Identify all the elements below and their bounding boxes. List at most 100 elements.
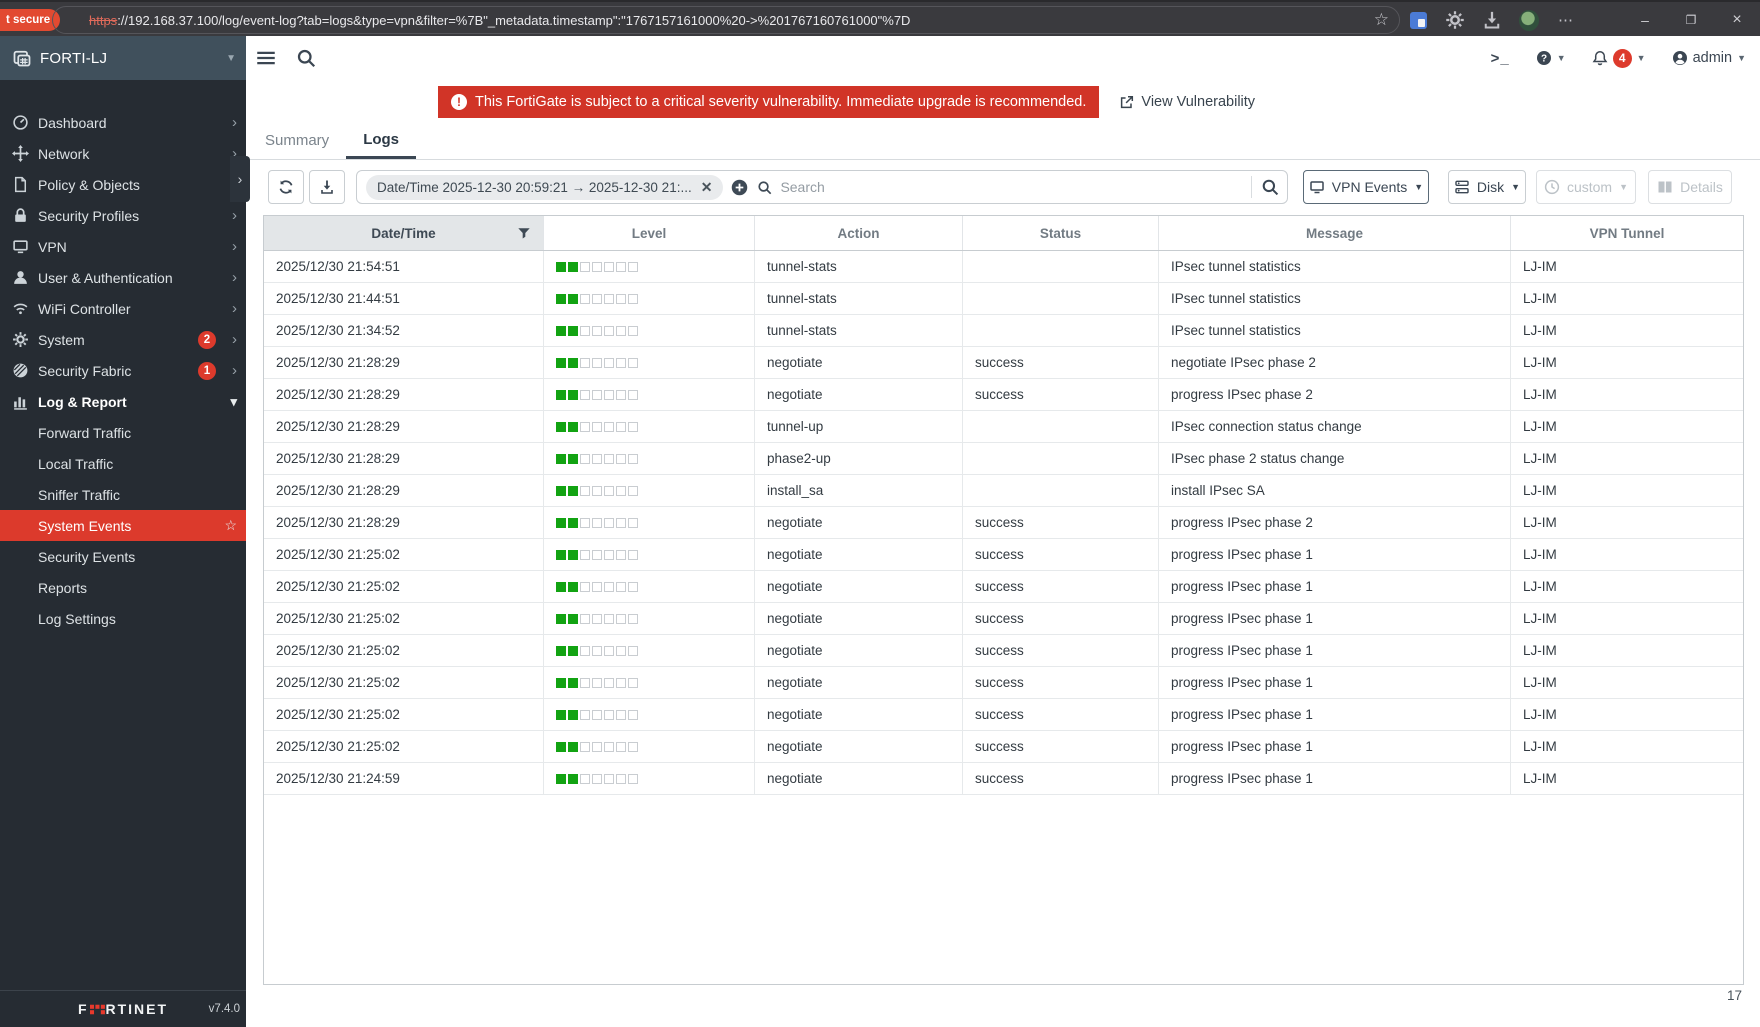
sidebar-item-sniffer-traffic[interactable]: Sniffer Traffic — [0, 479, 246, 510]
log-table-row[interactable]: 2025/12/30 21:25:02negotiatesuccessprogr… — [264, 699, 1743, 731]
datetime-filter-pill[interactable]: Date/Time 2025-12-30 20:59:21 → 2025-12-… — [366, 175, 723, 200]
notifications-menu[interactable]: 4▼ — [1592, 49, 1646, 68]
sidebar-item-security-fabric[interactable]: Security Fabric1› — [0, 355, 246, 386]
cell-datetime: 2025/12/30 21:54:51 — [264, 251, 544, 282]
log-table-row[interactable]: 2025/12/30 21:25:02negotiatesuccessprogr… — [264, 635, 1743, 667]
run-search-icon[interactable] — [1261, 178, 1279, 196]
fortigate-device-icon — [12, 48, 32, 68]
cell-action: phase2-up — [755, 443, 963, 474]
filter-funnel-icon[interactable] — [517, 226, 531, 240]
sidebar-item-vpn[interactable]: VPN› — [0, 231, 246, 262]
view-vulnerability-link[interactable]: View Vulnerability — [1119, 94, 1255, 110]
sidebar-collapse-handle[interactable]: › — [230, 156, 250, 202]
log-table-row[interactable]: 2025/12/30 21:34:52tunnel-statsIPsec tun… — [264, 315, 1743, 347]
username-label: admin — [1693, 50, 1733, 66]
log-table-row[interactable]: 2025/12/30 21:28:29phase2-upIPsec phase … — [264, 443, 1743, 475]
chevron-down-icon: ▼ — [1737, 53, 1746, 63]
window-maximize-button[interactable]: ❐ — [1668, 2, 1714, 38]
cell-vpn-tunnel: LJ-IM — [1511, 443, 1743, 474]
column-header-message[interactable]: Message — [1159, 216, 1511, 250]
sidebar-item-wifi-controller[interactable]: WiFi Controller› — [0, 293, 246, 324]
sidebar-item-log-report[interactable]: Log & Report▾ — [0, 386, 246, 417]
downloads-icon[interactable] — [1482, 10, 1502, 30]
window-close-button[interactable]: × — [1714, 2, 1760, 38]
cell-vpn-tunnel: LJ-IM — [1511, 411, 1743, 442]
column-header-date-time[interactable]: Date/Time — [264, 216, 544, 250]
password-manager-icon[interactable] — [1408, 10, 1428, 30]
time-range-dropdown[interactable]: custom▼ — [1536, 170, 1636, 204]
sidebar-item-local-traffic[interactable]: Local Traffic — [0, 448, 246, 479]
sidebar-item-policy-objects[interactable]: Policy & Objects› — [0, 169, 246, 200]
sidebar-item-user-authentication[interactable]: User & Authentication› — [0, 262, 246, 293]
level-indicator — [556, 262, 638, 272]
log-table-row[interactable]: 2025/12/30 21:28:29negotiatesuccessprogr… — [264, 507, 1743, 539]
cell-message: progress IPsec phase 2 — [1159, 379, 1511, 410]
column-header-status[interactable]: Status — [963, 216, 1159, 250]
add-filter-icon[interactable] — [731, 179, 748, 196]
log-table-row[interactable]: 2025/12/30 21:25:02negotiatesuccessprogr… — [264, 603, 1743, 635]
sidebar-item-security-events[interactable]: Security Events — [0, 541, 246, 572]
bookmark-star-icon[interactable]: ☆ — [1374, 10, 1389, 30]
sidebar-item-forward-traffic[interactable]: Forward Traffic — [0, 417, 246, 448]
window-minimize-button[interactable]: – — [1622, 2, 1668, 38]
cell-vpn-tunnel: LJ-IM — [1511, 603, 1743, 634]
log-table-row[interactable]: 2025/12/30 21:54:51tunnel-statsIPsec tun… — [264, 251, 1743, 283]
address-bar[interactable]: https://192.168.37.100/log/event-log?tab… — [52, 6, 1400, 34]
remove-filter-icon[interactable]: ✕ — [701, 179, 713, 196]
log-table-row[interactable]: 2025/12/30 21:24:59negotiatesuccessprogr… — [264, 763, 1743, 795]
log-type-dropdown[interactable]: VPN Events▼ — [1303, 170, 1429, 204]
log-table-row[interactable]: 2025/12/30 21:25:02negotiatesuccessprogr… — [264, 571, 1743, 603]
cell-message: IPsec tunnel statistics — [1159, 315, 1511, 346]
favorite-star-icon[interactable]: ☆ — [224, 517, 237, 534]
sidebar-item-dashboard[interactable]: Dashboard› — [0, 107, 246, 138]
cell-status: success — [963, 507, 1159, 538]
divider — [1251, 176, 1252, 198]
sidebar-item-label: Local Traffic — [38, 456, 113, 472]
sidebar-item-system-events[interactable]: System Events☆ — [0, 510, 246, 541]
log-table-row[interactable]: 2025/12/30 21:25:02negotiatesuccessprogr… — [264, 667, 1743, 699]
sidebar-item-security-profiles[interactable]: Security Profiles› — [0, 200, 246, 231]
log-table-row[interactable]: 2025/12/30 21:28:29negotiatesuccessnegot… — [264, 347, 1743, 379]
cli-console-button[interactable]: >_ — [1491, 50, 1510, 67]
cell-action: negotiate — [755, 571, 963, 602]
sidebar-item-network[interactable]: Network› — [0, 138, 246, 169]
tab-summary[interactable]: Summary — [248, 122, 346, 159]
details-toggle-button[interactable]: Details — [1648, 170, 1732, 204]
sidebar-item-log-settings[interactable]: Log Settings — [0, 603, 246, 634]
help-icon: ? — [1536, 50, 1552, 66]
browser-menu-icon[interactable]: ⋯ — [1556, 10, 1576, 30]
log-table-row[interactable]: 2025/12/30 21:28:29negotiatesuccessprogr… — [264, 379, 1743, 411]
user-menu[interactable]: admin ▼ — [1672, 50, 1746, 66]
device-selector[interactable]: FORTI-LJ ▼ — [0, 36, 246, 80]
sidebar-item-reports[interactable]: Reports — [0, 572, 246, 603]
log-search-input[interactable]: Date/Time 2025-12-30 20:59:21 → 2025-12-… — [356, 170, 1288, 204]
sidebar-item-label: Dashboard — [38, 115, 107, 131]
profile-avatar[interactable] — [1519, 10, 1539, 30]
menu-toggle-icon[interactable] — [256, 48, 276, 68]
cell-message: IPsec tunnel statistics — [1159, 251, 1511, 282]
sidebar-item-system[interactable]: System2› — [0, 324, 246, 355]
cell-action: tunnel-stats — [755, 283, 963, 314]
log-storage-dropdown[interactable]: Disk▼ — [1448, 170, 1526, 204]
column-header-level[interactable]: Level — [544, 216, 755, 250]
cell-message: progress IPsec phase 2 — [1159, 507, 1511, 538]
column-header-vpn-tunnel[interactable]: VPN Tunnel — [1511, 216, 1743, 250]
log-table-row[interactable]: 2025/12/30 21:44:51tunnel-statsIPsec tun… — [264, 283, 1743, 315]
cell-vpn-tunnel: LJ-IM — [1511, 475, 1743, 506]
cell-datetime: 2025/12/30 21:25:02 — [264, 731, 544, 762]
help-menu[interactable]: ?▼ — [1536, 50, 1566, 66]
log-table-row[interactable]: 2025/12/30 21:25:02negotiatesuccessprogr… — [264, 731, 1743, 763]
log-table-row[interactable]: 2025/12/30 21:25:02negotiatesuccessprogr… — [264, 539, 1743, 571]
refresh-button[interactable] — [268, 170, 304, 204]
cell-message: progress IPsec phase 1 — [1159, 539, 1511, 570]
extensions-icon[interactable] — [1445, 10, 1465, 30]
hostname-label: FORTI-LJ — [40, 50, 226, 67]
log-table-row[interactable]: 2025/12/30 21:28:29tunnel-upIPsec connec… — [264, 411, 1743, 443]
global-search-icon[interactable] — [296, 48, 316, 68]
speedometer-icon — [12, 114, 29, 131]
tab-logs[interactable]: Logs — [346, 122, 416, 159]
log-table-row[interactable]: 2025/12/30 21:28:29install_sainstall IPs… — [264, 475, 1743, 507]
sidebar-item-label: Security Events — [38, 549, 135, 565]
column-header-action[interactable]: Action — [755, 216, 963, 250]
download-log-button[interactable] — [309, 170, 345, 204]
